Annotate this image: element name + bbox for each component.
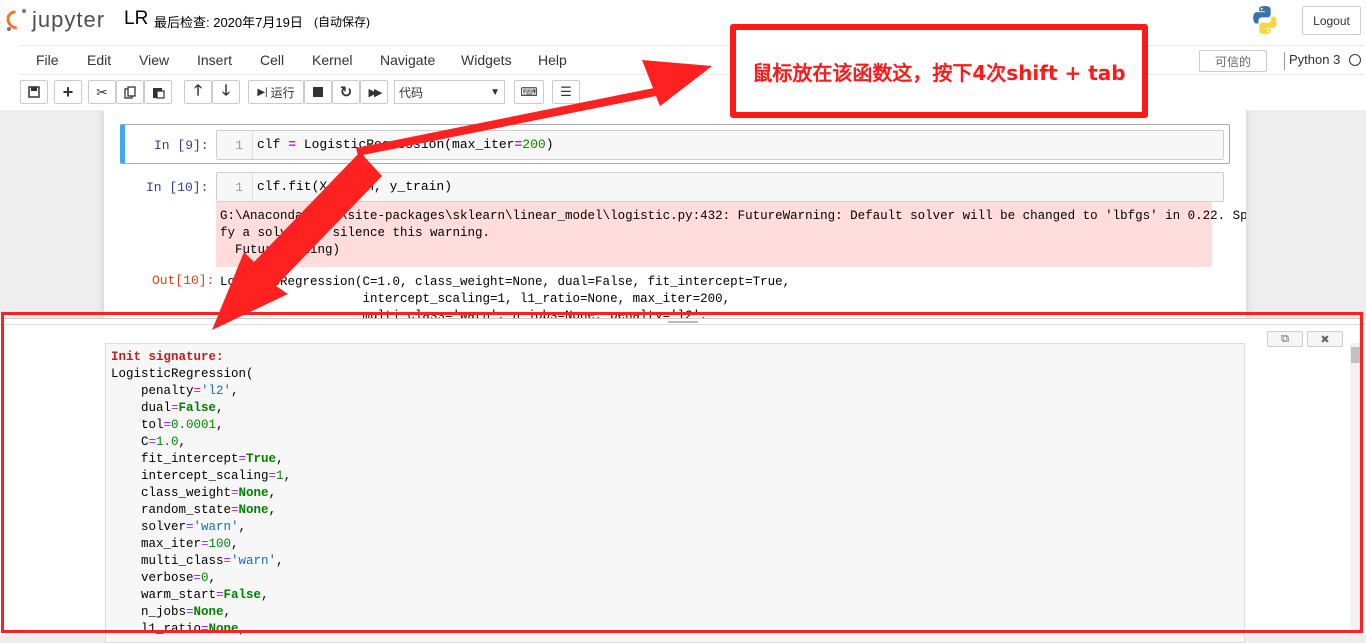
signature-param: verbose=0, (141, 571, 217, 585)
menu-file[interactable]: File (36, 52, 59, 68)
jupyter-logo[interactable]: jupyter (2, 6, 106, 34)
menu-help[interactable]: Help (538, 52, 567, 68)
signature-param: warm_start=False, (141, 588, 269, 602)
move-up-button[interactable]: 🡑 (184, 80, 212, 104)
signature-param: class_weight=None, (141, 486, 277, 500)
pager-scrollbar[interactable] (1350, 343, 1362, 636)
toolbar: + ✂ 🡑 🡓 ▶| 运行 ↻ ▶▶ 代码 ▼ ⌨ ☰ (20, 80, 620, 106)
kernel-name: Python 3 (1289, 52, 1341, 67)
cell9-code: clf = LogisticRegression(max_iter=200) (257, 137, 554, 152)
logo-text: jupyter (32, 7, 106, 32)
close-icon: ✖ (1320, 333, 1330, 346)
annotation-callout: 鼠标放在该函数这，按下4次shift + tab (730, 24, 1148, 118)
run-button[interactable]: ▶| 运行 (248, 80, 304, 104)
copy-button[interactable] (116, 80, 144, 104)
insert-cell-button[interactable]: + (54, 80, 82, 104)
top-bar: jupyter LR 最后检查: 2020年7月19日 (自动保存) Logou… (0, 0, 1366, 42)
cell10-stderr: G:\Anaconda3\lib\site-packages\sklearn\l… (216, 202, 1246, 267)
cell10-lineno: 1 (217, 173, 253, 201)
save-button[interactable] (20, 80, 48, 104)
pager-close-button[interactable]: ✖ (1307, 331, 1343, 347)
plus-icon: + (62, 82, 74, 102)
arrow-up-icon: 🡑 (194, 81, 202, 99)
signature-param: C=1.0, (141, 435, 187, 449)
docstring-pager: ⧉ ✖ Init signature: LogisticRegression( … (0, 318, 1366, 643)
python-logo-icon (1253, 6, 1277, 34)
restart-run-all-button[interactable]: ▶▶ (360, 80, 388, 104)
arrow-down-icon: 🡓 (222, 81, 230, 99)
annotation-text: 鼠标放在该函数这，按下4次shift + tab (752, 60, 1126, 85)
run-label: 运行 (270, 85, 295, 100)
menu-cell[interactable]: Cell (260, 52, 284, 68)
signature-param: penalty='l2', (141, 384, 239, 398)
kernel-idle-icon (1349, 54, 1361, 66)
copy-icon (123, 85, 136, 99)
signature-heading: Init signature: (111, 350, 224, 364)
keyboard-icon: ⌨ (520, 85, 538, 99)
signature-param: max_iter=100, (141, 537, 239, 551)
pager-content: Init signature: LogisticRegression( pena… (105, 343, 1245, 643)
signature-param: n_jobs=None, (141, 605, 232, 619)
menu-navigate[interactable]: Navigate (380, 52, 435, 68)
command-palette-button[interactable]: ⌨ (514, 80, 544, 104)
notebook-name[interactable]: LR (124, 8, 148, 30)
fast-forward-icon: ▶▶ (368, 86, 383, 99)
cell-type-value: 代码 (399, 85, 424, 100)
menu-widgets[interactable]: Widgets (461, 52, 512, 68)
pager-expand-button[interactable]: ⧉ (1267, 331, 1303, 347)
jupyter-logo-icon (2, 6, 30, 34)
cell9-lineno: 1 (217, 131, 253, 159)
cell9-input[interactable]: 1 clf = LogisticRegression(max_iter=200) (216, 130, 1224, 160)
signature-param: tol=0.0001, (141, 418, 224, 432)
kernel-separator (1284, 52, 1285, 70)
cut-button[interactable]: ✂ (88, 80, 116, 104)
cell10-output: LogisticRegression(C=1.0, class_weight=N… (220, 275, 791, 320)
notebook-container: In [9]: 1 clf = LogisticRegression(max_i… (104, 110, 1246, 320)
list-icon: ☰ (560, 84, 572, 99)
menu-bar: File Edit View Insert Cell Kernel Naviga… (20, 45, 1364, 75)
cell-type-select[interactable]: 代码 ▼ (394, 80, 505, 104)
signature-param: intercept_scaling=1, (141, 469, 292, 483)
trusted-indicator[interactable]: 可信的 (1199, 50, 1267, 72)
scissors-icon: ✂ (96, 83, 108, 100)
cell9-in-prompt: In [9]: (154, 138, 209, 153)
menu-kernel[interactable]: Kernel (312, 52, 352, 68)
move-down-button[interactable]: 🡓 (212, 80, 240, 104)
external-link-icon: ⧉ (1281, 332, 1289, 345)
signature-param: multi_class='warn', (141, 554, 284, 568)
scroll-thumb[interactable] (1351, 347, 1361, 363)
interrupt-button[interactable] (304, 80, 332, 104)
chevron-down-icon: ▼ (490, 86, 500, 98)
table-of-contents-button[interactable]: ☰ (552, 80, 580, 104)
menu-edit[interactable]: Edit (87, 52, 111, 68)
cell10-in-prompt: In [10]: (146, 180, 209, 195)
signature-text: Init signature: LogisticRegression( pena… (111, 349, 291, 638)
pager-resize-handle[interactable] (0, 319, 1366, 325)
signature-open: LogisticRegression( (111, 367, 254, 381)
checkpoint-status: 最后检查: 2020年7月19日 (154, 15, 303, 30)
signature-param: dual=False, (141, 401, 224, 415)
restart-icon: ↻ (339, 84, 353, 101)
signature-param: random_state=None, (141, 503, 277, 517)
stop-icon (313, 87, 323, 97)
cell10-code: clf.fit(X_train, y_train) (257, 179, 453, 194)
signature-param: l1_ratio=None, (141, 622, 247, 636)
logout-button[interactable]: Logout (1302, 6, 1361, 35)
save-icon (28, 86, 40, 98)
menu-insert[interactable]: Insert (197, 52, 232, 68)
notebook-header: jupyter LR 最后检查: 2020年7月19日 (自动保存) Logou… (0, 0, 1366, 110)
cell10-input[interactable]: 1 clf.fit(X_train, y_train) (216, 172, 1224, 202)
signature-param: solver='warn', (141, 520, 247, 534)
cell10-out-prompt: Out[10]: (152, 273, 215, 288)
step-forward-icon: ▶| (257, 86, 268, 98)
menu-view[interactable]: View (139, 52, 169, 68)
restart-button[interactable]: ↻ (332, 80, 360, 104)
paste-icon (152, 87, 165, 99)
paste-button[interactable] (144, 80, 172, 104)
autosave-status: (自动保存) (314, 15, 370, 29)
signature-param: fit_intercept=True, (141, 452, 284, 466)
